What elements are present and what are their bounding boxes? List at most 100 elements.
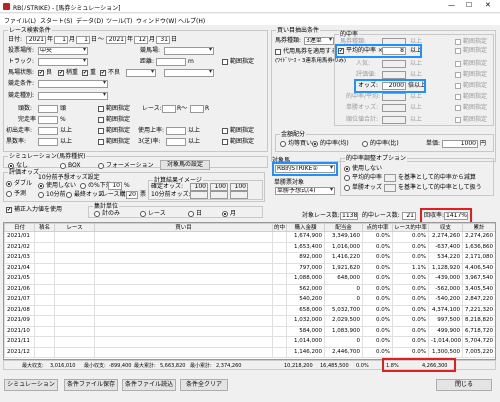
agg-month[interactable]: 月 [222, 210, 236, 218]
fixed-input-checkbox[interactable]: ✔ 補正入力値を使用 [6, 206, 62, 214]
kou-rate-range[interactable]: 範囲指定 [98, 138, 130, 146]
venue-select[interactable]: 中央 [38, 47, 88, 55]
column-header[interactable]: 収支 [428, 223, 463, 232]
class-select[interactable] [38, 80, 108, 88]
odds-mode-predict[interactable]: 予測 [6, 190, 26, 198]
l3-rate-range[interactable]: 範囲指定 [222, 138, 254, 146]
alloc-hit-even[interactable]: 的中率(均) [312, 140, 349, 148]
heads-input[interactable] [38, 105, 58, 113]
agg-race[interactable]: レース [140, 210, 166, 218]
odds-pct[interactable]: の%下落 [80, 182, 112, 190]
table-row[interactable]: 2021/02 1,653,400 1,016,000 0.0% 0.0% -637,40… [4, 241, 495, 253]
buy-num-input[interactable]: 20 [126, 191, 138, 199]
adjust-hit[interactable]: 平均的中率 × [344, 174, 389, 182]
baba-extra-select[interactable] [126, 69, 156, 77]
eval-range[interactable]: 範囲指定 [455, 71, 487, 79]
sim-formation[interactable]: フォーメーション [98, 162, 154, 170]
table-row[interactable]: 2021/05 1,088,000 648,000 0.0% 0.0% -439,000 3… [4, 273, 495, 285]
heads-range[interactable]: 範囲指定 [98, 105, 130, 113]
table-row[interactable]: 2021/12 1,146,200 2,446,700 0.0% 0.0% 1,300,5… [4, 346, 495, 358]
menu-file[interactable]: ファイル(L) [4, 16, 36, 25]
race-kind-select[interactable] [38, 92, 108, 100]
baba-extra-select-2[interactable] [164, 69, 214, 77]
column-header[interactable]: 日付 [4, 223, 35, 232]
table-row[interactable]: 2021/07 540,200 0 0.0% 0.0% -540,200 2,847,220 [4, 294, 495, 306]
column-header[interactable]: 累計 [462, 223, 495, 232]
agg-total[interactable]: 計のみ [94, 210, 120, 218]
sim-box[interactable]: BOX [60, 162, 80, 170]
menu-window[interactable]: ウィンドウ(W) [136, 16, 177, 25]
distance-input[interactable] [156, 58, 186, 66]
kanso-range[interactable]: 範囲指定 [98, 116, 130, 124]
hit-rate-range[interactable]: 範囲指定 [455, 47, 487, 55]
date-from-month[interactable]: 1 [54, 36, 68, 44]
baba-omo[interactable]: ✔ 重 [82, 69, 96, 77]
combo-range[interactable]: 範囲指定 [455, 116, 487, 124]
column-header[interactable]: 配当金 [324, 223, 363, 232]
single-range[interactable]: 範囲指定 [455, 104, 487, 112]
table-row[interactable]: 2021/03 892,000 1,416,220 0.0% 0.0% 534,220 2,… [4, 252, 495, 264]
table-row[interactable]: 2021/10 584,000 1,083,900 0.0% 0.0% 499,900 6,… [4, 325, 495, 337]
adjust-none[interactable]: 使用しない [344, 165, 382, 173]
baba-ryo[interactable]: ✔ 良 [38, 69, 52, 77]
column-header[interactable]: 買い目 [94, 223, 273, 232]
bet-select[interactable]: 単勝予想式(4) [275, 187, 335, 195]
menu-help[interactable]: ヘルプ(H) [178, 16, 205, 25]
column-header[interactable]: 積名 [34, 223, 55, 232]
odds-per[interactable]: 10分前 [38, 191, 66, 199]
l3-rate-input[interactable] [166, 138, 186, 146]
use-rate-input[interactable] [166, 127, 186, 135]
baba-furyo[interactable]: ✔ 不良 [100, 69, 120, 77]
daiyou-checkbox[interactable]: 代用馬券を適用する [275, 48, 337, 56]
clear-conditions-button[interactable]: 条件全クリア [180, 379, 228, 391]
column-header[interactable]: レース [54, 223, 95, 232]
alloc-hit-ratio[interactable]: 的中率(比) [362, 140, 399, 148]
first-rate-range[interactable]: 範囲指定 [98, 127, 130, 135]
date-from-year[interactable]: 2021 [26, 36, 46, 44]
table-row[interactable]: 2021/01 1,674,900 3,349,160 0.0% 0.0% 2,274,2… [4, 231, 495, 243]
agg-day[interactable]: 日 [188, 210, 202, 218]
odds-range[interactable]: 範囲指定 [455, 82, 487, 90]
menu-tools[interactable]: ツール(T) [106, 16, 132, 25]
exp-range[interactable]: 範囲指定 [455, 93, 487, 101]
alloc-even[interactable]: 均等買い [280, 140, 312, 148]
column-header[interactable]: レース的中率 [392, 223, 429, 232]
odds-mode-double[interactable]: ダブル [6, 180, 32, 188]
target-horse-button[interactable]: 対象馬の設定 [160, 160, 210, 170]
table-row[interactable]: 2021/06 562,000 0 0.0% 0.0% -562,000 3,405,540 [4, 283, 495, 295]
menu-data[interactable]: データ(D) [76, 16, 103, 25]
close-icon[interactable]: ✕ [485, 1, 491, 9]
first-rate-input[interactable] [38, 127, 58, 135]
kanso-input[interactable] [38, 116, 58, 124]
kou-rate-input[interactable] [38, 138, 58, 146]
race-from-input[interactable] [162, 105, 176, 113]
column-header[interactable]: 的中 [272, 223, 287, 232]
table-row[interactable]: 2021/04 797,000 1,921,620 0.0% 1.1% 1,128,920… [4, 262, 495, 274]
race-to-input[interactable] [190, 105, 204, 113]
result-table-wrap[interactable]: 日付 積名 レース 買い目 的中 購入金額 配当金 点的中率 レース的中率 収支 累計 2021/0… [3, 222, 496, 360]
pop-range[interactable]: 範囲指定 [455, 60, 487, 68]
unit-input[interactable]: 1000 [442, 140, 478, 148]
minimize-icon[interactable]: — [448, 1, 455, 9]
save-conditions-button[interactable]: 条件ファイル保存 [64, 379, 118, 391]
close-button[interactable]: 閉じる [436, 379, 492, 391]
date-to-month[interactable]: 12 [134, 36, 148, 44]
adjust-odds[interactable]: 単勝オッズ × [344, 184, 389, 192]
column-header[interactable]: 点的中率 [362, 223, 393, 232]
simulation-button[interactable]: シミュレーション [4, 379, 58, 391]
baken-select[interactable]: 3連単 [304, 37, 334, 45]
track-select[interactable] [38, 58, 88, 66]
course-select[interactable] [164, 47, 214, 55]
table-row[interactable]: 2021/11 1,014,000 0 0.0% 0.0% -1,014,000 5,704… [4, 336, 495, 348]
date-to-day[interactable]: 31 [156, 36, 170, 44]
table-row[interactable]: 2021/08 658,000 5,032,700 0.0% 0.0% 4,374,100… [4, 304, 495, 316]
baba-yaya[interactable]: ✔ 稍重 [58, 69, 78, 77]
table-row[interactable]: 2021/09 1,032,000 2,029,500 0.0% 0.0% 997,500… [4, 315, 495, 327]
menu-start[interactable]: スタート(S) [40, 16, 73, 25]
date-to-year[interactable]: 2021 [106, 36, 126, 44]
odds-none[interactable]: 使用しない [38, 182, 76, 190]
odds-pct-input[interactable]: 10 [108, 182, 122, 190]
load-conditions-button[interactable]: 条件ファイル読込 [122, 379, 176, 391]
column-header[interactable]: 購入金額 [286, 223, 325, 232]
top-range[interactable]: 範囲指定 [455, 38, 487, 46]
